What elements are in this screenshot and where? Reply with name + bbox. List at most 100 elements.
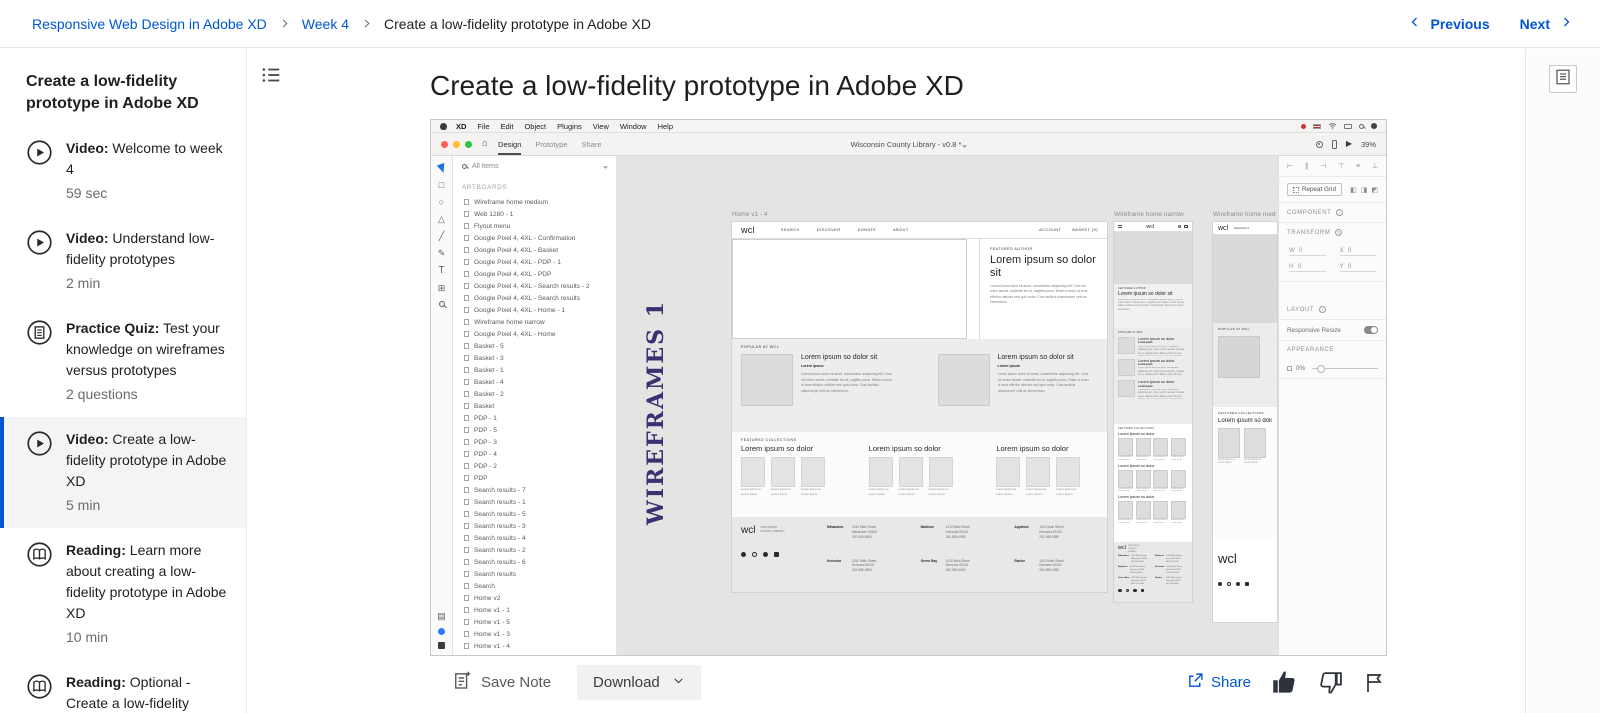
align-bottom-icon[interactable]: ⊥ <box>1372 162 1378 170</box>
width-field[interactable]: W0 <box>1289 247 1326 256</box>
layer-row[interactable]: Google Pixel 4, 4XL - Home <box>453 328 616 340</box>
layer-row[interactable]: PDP - 1 <box>453 412 616 424</box>
download-button[interactable]: Download <box>577 665 701 700</box>
layer-row[interactable]: Home v1 - 3 <box>453 628 616 640</box>
layer-row[interactable]: Google Pixel 4, 4XL - Basket <box>453 244 616 256</box>
layer-row[interactable]: Google Pixel 4, 4XL - Search results <box>453 292 616 304</box>
xd-tab-design[interactable]: Design <box>498 133 522 155</box>
rotate-icon[interactable]: ↻ <box>1335 229 1343 236</box>
breadcrumb-item[interactable]: Week 4 <box>302 16 349 32</box>
menubar-item[interactable]: View <box>593 122 609 131</box>
layer-row[interactable]: Search results - 4 <box>453 532 616 544</box>
assets-panel-icon[interactable]: ▤ <box>437 612 446 621</box>
layer-row[interactable]: Wireframe home medium <box>453 196 616 208</box>
maximize-window-icon[interactable] <box>465 140 472 148</box>
previous-button[interactable]: Previous <box>1409 15 1490 32</box>
align-middle-icon[interactable]: ≡ <box>1356 163 1360 170</box>
layers-search-row[interactable]: All items <box>453 156 616 176</box>
repeat-grid-button[interactable]: Repeat Grid <box>1287 183 1342 196</box>
artboard-label-main[interactable]: Home v1 - 4 <box>732 211 767 218</box>
layer-row[interactable]: Home v1 - 4 <box>453 640 616 652</box>
layer-row[interactable]: Home v2 <box>453 592 616 604</box>
sidebar-toggle-button[interactable] <box>256 62 286 92</box>
polygon-tool-icon[interactable]: △ <box>438 215 445 224</box>
device-preview-icon[interactable] <box>1331 139 1337 149</box>
align-left-icon[interactable]: ⊢ <box>1287 162 1293 170</box>
sidebar-item[interactable]: Reading: Optional - Create a low-fidelit… <box>0 660 246 713</box>
desktop-preview-icon[interactable]: ▶ <box>1346 140 1352 148</box>
height-field[interactable]: H0 <box>1289 263 1326 272</box>
layer-row[interactable]: Home v1 - 2 <box>453 652 616 656</box>
artboard-wireframe-home-narrow[interactable]: wcl FEATURED AUTHOR Lorem ipsum so dolor… <box>1114 222 1192 602</box>
layer-row[interactable]: Search results - 6 <box>453 556 616 568</box>
text-tool-icon[interactable]: T <box>438 266 444 276</box>
report-flag-button[interactable] <box>1363 671 1387 695</box>
menubar-item[interactable]: Plugins <box>557 122 582 131</box>
layer-row[interactable]: PDP <box>453 472 616 484</box>
ellipse-tool-icon[interactable]: ○ <box>439 198 444 207</box>
layer-row[interactable]: Basket <box>453 400 616 412</box>
breadcrumb-item[interactable]: Responsive Web Design in Adobe XD <box>32 16 267 32</box>
share-button[interactable]: Share <box>1187 672 1251 693</box>
thumbs-down-button[interactable] <box>1318 670 1343 695</box>
layer-row[interactable]: Search results - 3 <box>453 520 616 532</box>
layer-row[interactable]: Basket - 2 <box>453 388 616 400</box>
line-tool-icon[interactable]: ╱ <box>439 232 444 241</box>
layer-row[interactable]: PDP - 4 <box>453 448 616 460</box>
sidebar-item[interactable]: Practice Quiz: Test your knowledge on wi… <box>0 306 246 417</box>
menubar-item[interactable]: Edit <box>501 122 514 131</box>
notes-panel-button[interactable] <box>1549 65 1577 93</box>
layer-row[interactable]: Basket - 3 <box>453 352 616 364</box>
rectangle-tool-icon[interactable]: □ <box>439 181 444 190</box>
sidebar-item[interactable]: Reading: Learn more about creating a low… <box>0 528 246 660</box>
menubar-item[interactable]: Object <box>524 122 546 131</box>
boolean-intersect-icon[interactable]: ◩ <box>1371 186 1378 194</box>
layer-row[interactable]: PDP - 5 <box>453 424 616 436</box>
window-controls[interactable] <box>441 140 472 148</box>
zoom-tool-icon[interactable] <box>438 301 445 307</box>
menubar-item[interactable]: Help <box>658 122 673 131</box>
sidebar-item[interactable]: Video: Welcome to week 4 59 sec <box>0 126 246 216</box>
xd-canvas[interactable]: WIREFRAMES 1 Home v1 - 4 wcl SEARCH DISCO… <box>617 156 1278 655</box>
boolean-subtract-icon[interactable]: ◨ <box>1361 186 1368 194</box>
save-note-button[interactable]: Save Note <box>452 670 551 695</box>
plugins-icon[interactable] <box>437 628 445 635</box>
layer-row[interactable]: Search results <box>453 568 616 580</box>
layer-row[interactable]: Google Pixel 4, 4XL - PDP - 1 <box>453 256 616 268</box>
align-right-icon[interactable]: ⊣ <box>1320 162 1326 170</box>
info-icon[interactable]: i <box>1336 209 1344 216</box>
responsive-resize-toggle[interactable] <box>1364 326 1378 334</box>
menubar-item[interactable]: File <box>477 122 489 131</box>
layer-row[interactable]: Basket - 5 <box>453 340 616 352</box>
opacity-checkbox[interactable] <box>1287 366 1292 371</box>
home-icon[interactable]: ⌂ <box>482 139 488 149</box>
layer-row[interactable]: Google Pixel 4, 4XL - PDP <box>453 268 616 280</box>
xd-tab-share[interactable]: Share <box>582 133 602 155</box>
info-icon[interactable]: i <box>1319 306 1327 313</box>
layer-row[interactable]: Google Pixel 4, 4XL - Confirmation <box>453 232 616 244</box>
sidebar-item[interactable]: Video: Create a low-fidelity prototype i… <box>0 416 246 528</box>
menubar-item[interactable]: Window <box>620 122 647 131</box>
thumbs-up-button[interactable] <box>1271 669 1298 696</box>
artboard-label-narrow[interactable]: Wireframe home narrow <box>1114 211 1184 218</box>
align-center-h-icon[interactable]: ∥ <box>1305 162 1309 170</box>
layer-row[interactable]: Google Pixel 4, 4XL - Home - 1 <box>453 304 616 316</box>
layer-row[interactable]: Basket - 4 <box>453 376 616 388</box>
zoom-level[interactable]: 39% <box>1361 140 1376 149</box>
share-user-icon[interactable] <box>1315 140 1323 148</box>
layer-row[interactable]: Google Pixel 4, 4XL - Search results - 2 <box>453 280 616 292</box>
layer-row[interactable]: Search results - 2 <box>453 544 616 556</box>
y-field[interactable]: Y0 <box>1339 263 1376 272</box>
layer-row[interactable]: Wireframe home narrow <box>453 316 616 328</box>
minimize-window-icon[interactable] <box>453 140 460 148</box>
layer-row[interactable]: Home v1 - 5 <box>453 616 616 628</box>
artboard-label-medium[interactable]: Wireframe home medium <box>1213 211 1276 218</box>
sidebar-item[interactable]: Video: Understand low-fidelity prototype… <box>0 216 246 306</box>
layer-row[interactable]: Search results - 7 <box>453 484 616 496</box>
layer-row[interactable]: Home v1 - 1 <box>453 604 616 616</box>
close-window-icon[interactable] <box>441 140 448 148</box>
layer-row[interactable]: PDP - 2 <box>453 460 616 472</box>
artboard-tool-icon[interactable]: ⊞ <box>438 284 446 293</box>
artboard-wireframe-home-medium[interactable]: wcl SEARCH POPULAR AT WCL FEATURED COLLE… <box>1213 222 1277 622</box>
layer-row[interactable]: Basket - 1 <box>453 364 616 376</box>
